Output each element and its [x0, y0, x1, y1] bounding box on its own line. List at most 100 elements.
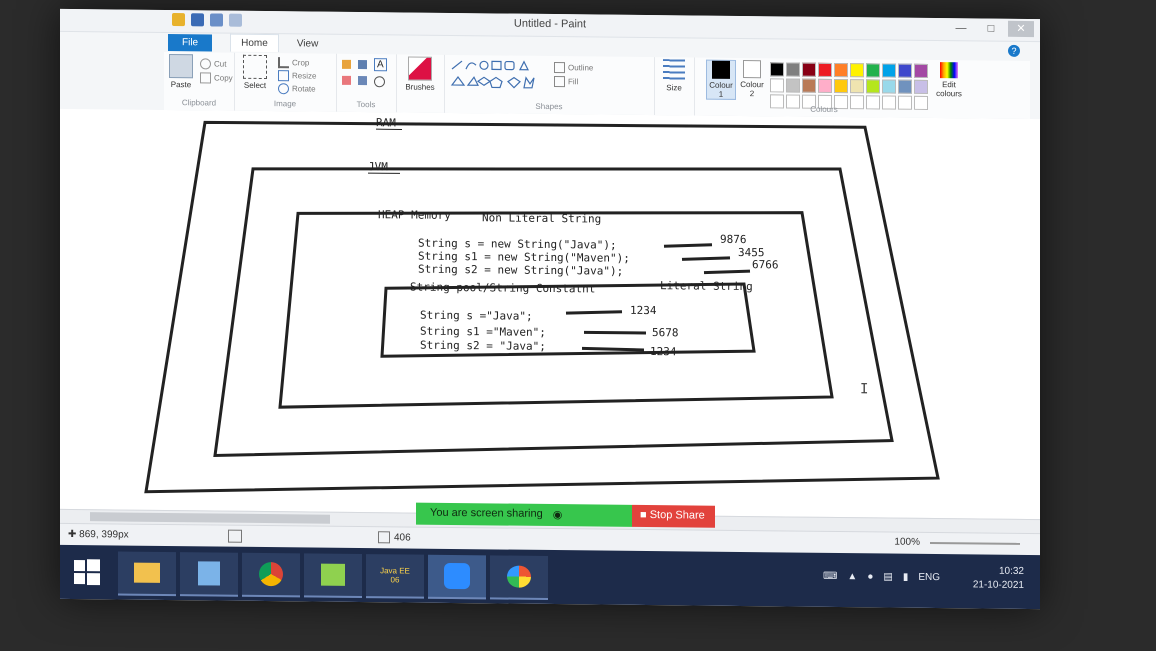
- palette-swatch[interactable]: [818, 62, 832, 77]
- signal-icon[interactable]: ▤: [883, 571, 892, 582]
- colour1-button[interactable]: Colour 1: [706, 59, 736, 100]
- monitor-screen: Untitled - Paint — □ ✕ File Home View ? …: [60, 8, 1040, 610]
- palette-swatch[interactable]: [866, 63, 880, 78]
- magnifier-icon: [374, 76, 385, 88]
- sticky-notes-icon[interactable]: [304, 553, 362, 599]
- text-tool[interactable]: A: [374, 58, 387, 72]
- tab-home[interactable]: Home: [230, 33, 279, 53]
- stop-share-button[interactable]: ■ Stop Share: [632, 504, 715, 528]
- colour2-button[interactable]: Colour 2: [738, 60, 766, 98]
- clock[interactable]: 10:32 21-10-2021: [973, 564, 1024, 593]
- pencil-tool[interactable]: [342, 59, 351, 69]
- palette-swatch[interactable]: [786, 62, 800, 77]
- notepad-icon[interactable]: [180, 552, 238, 597]
- heap-addr-2: 6766: [752, 258, 778, 271]
- fill-tool[interactable]: [358, 59, 367, 70]
- image-group: Select Crop Resize Rotate Image: [234, 52, 337, 112]
- palette-swatch[interactable]: [818, 78, 832, 93]
- minimize-button[interactable]: —: [948, 20, 974, 36]
- system-tray: ⌨ ▲ ● ▤ ▮ ENG: [823, 571, 940, 583]
- tab-file[interactable]: File: [168, 33, 213, 51]
- palette-swatch[interactable]: [834, 62, 848, 78]
- palette-swatch[interactable]: [914, 63, 928, 78]
- colour2-swatch: [743, 60, 761, 79]
- crop-icon: [278, 57, 289, 69]
- palette-swatch[interactable]: [914, 79, 928, 94]
- pool-label: String pool/String Constatnt: [410, 281, 595, 296]
- close-button[interactable]: ✕: [1008, 20, 1034, 38]
- magnifier-tool[interactable]: [374, 76, 385, 88]
- language-indicator[interactable]: ENG: [918, 572, 940, 583]
- maximize-button[interactable]: □: [978, 20, 1004, 36]
- pencil-icon: [342, 59, 351, 69]
- pool-lines: String s ="Java"; 1234 String s1 ="Maven…: [420, 304, 678, 358]
- palette-swatch[interactable]: [834, 78, 848, 94]
- ram-label: RAM: [376, 116, 396, 129]
- pool-line-1: String s1 ="Maven";: [420, 325, 546, 339]
- pool-addr-2: 1234: [650, 345, 677, 358]
- palette-swatch[interactable]: [850, 63, 864, 78]
- tab-view[interactable]: View: [297, 38, 319, 49]
- palette-swatch[interactable]: [786, 78, 800, 93]
- palette-swatch[interactable]: [866, 79, 880, 94]
- fill-icon: [554, 76, 565, 88]
- crop-button[interactable]: Crop: [278, 57, 309, 69]
- help-icon[interactable]: ?: [1008, 44, 1020, 57]
- drawing-canvas[interactable]: RAM JVM HEAP Memory Non Literal String S…: [60, 108, 1040, 520]
- battery-icon[interactable]: ▮: [903, 572, 909, 583]
- image-size: 406: [378, 531, 411, 544]
- paste-button[interactable]: Paste: [168, 54, 194, 89]
- colour-picker-tool[interactable]: [358, 75, 367, 86]
- canvas-drawing: RAM JVM HEAP Memory Non Literal String S…: [144, 116, 940, 494]
- colour1-number: 1: [718, 89, 724, 99]
- pool-addr-0: 1234: [630, 304, 657, 317]
- copy-icon: [200, 72, 211, 84]
- non-literal-label: Non Literal String: [482, 211, 601, 225]
- scrollbar-thumb[interactable]: [90, 512, 330, 524]
- network-icon[interactable]: ●: [867, 571, 873, 582]
- palette-swatch[interactable]: [770, 62, 784, 77]
- brushes-group: Brushes: [396, 54, 445, 113]
- eraser-icon: [342, 75, 351, 85]
- colour1-label: Colour: [709, 80, 733, 90]
- rotate-button[interactable]: Rotate: [278, 83, 316, 95]
- rainbow-icon: [940, 62, 958, 79]
- palette-swatch[interactable]: [802, 62, 816, 77]
- keyboard-icon[interactable]: ⌨: [823, 571, 837, 582]
- palette-swatch[interactable]: [770, 78, 784, 93]
- file-explorer-icon[interactable]: [118, 551, 176, 597]
- outline-dropdown[interactable]: Outline: [554, 62, 593, 74]
- fill-label: Fill: [568, 77, 579, 87]
- java-ee-app-icon[interactable]: Java EE 06: [366, 554, 424, 599]
- palette-swatch[interactable]: [882, 79, 896, 94]
- palette-swatch[interactable]: [802, 78, 816, 93]
- select-rect-icon: [243, 54, 267, 80]
- heap-addr-0: 9876: [720, 233, 746, 246]
- rotate-icon: [278, 83, 289, 95]
- copy-button[interactable]: Copy: [200, 72, 233, 84]
- zoom-slider[interactable]: [930, 541, 1020, 545]
- fill-dropdown[interactable]: Fill: [554, 76, 579, 88]
- palette-swatch[interactable]: [850, 79, 864, 94]
- chrome-icon[interactable]: [242, 552, 300, 598]
- text-cursor-icon: I: [860, 381, 868, 397]
- crosshair-icon: ✚: [68, 528, 77, 541]
- select-button[interactable]: Select: [240, 54, 270, 90]
- cut-button[interactable]: Cut: [200, 58, 226, 70]
- pool-line-0: String s ="Java";: [420, 309, 533, 323]
- tools-group: A Tools: [336, 53, 397, 113]
- windows-start-icon[interactable]: [74, 559, 100, 586]
- edit-colours-button[interactable]: Edit colours: [932, 62, 966, 98]
- resize-button[interactable]: Resize: [278, 70, 316, 82]
- palette-swatch[interactable]: [898, 79, 912, 94]
- text-tool-glyph: A: [377, 59, 384, 71]
- heap-lines: String s = new String("Java"); 9876 Stri…: [418, 233, 778, 278]
- zoom-app-icon[interactable]: [428, 554, 486, 600]
- tray-up-arrow-icon[interactable]: ▲: [847, 571, 857, 582]
- brushes-button[interactable]: Brushes: [404, 56, 436, 92]
- shapes-gallery[interactable]: [450, 59, 546, 96]
- eraser-tool[interactable]: [342, 75, 351, 85]
- palette-swatch[interactable]: [898, 63, 912, 78]
- paint-app-taskbar-icon[interactable]: [490, 555, 548, 600]
- palette-swatch[interactable]: [882, 63, 896, 78]
